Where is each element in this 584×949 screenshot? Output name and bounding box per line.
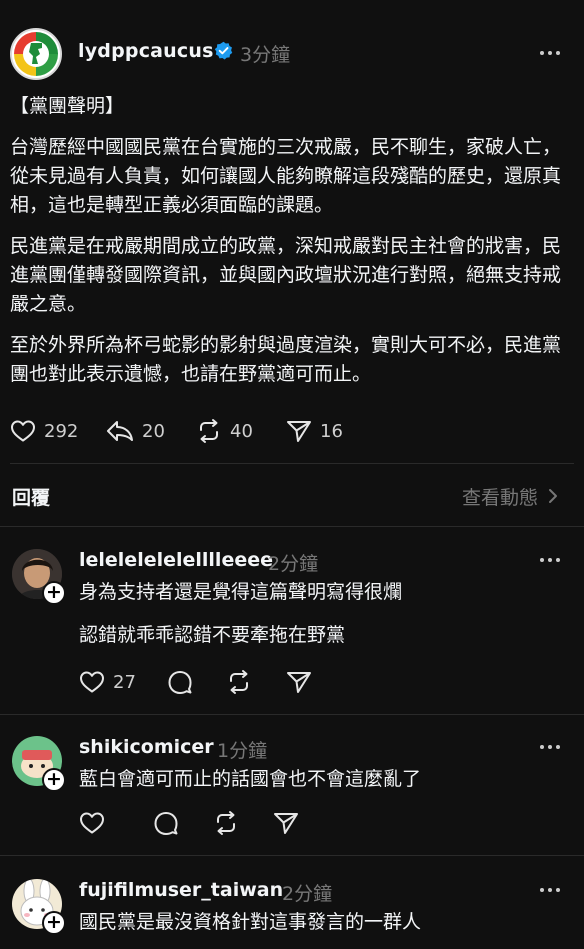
comment-button[interactable] xyxy=(167,668,193,696)
post-paragraph: 民進黨是在戒嚴期間成立的政黨，深知戒嚴對民主社會的戕害，民進黨團僅轉發國際資訊，… xyxy=(10,235,562,315)
reply-actions: 27 xyxy=(79,668,479,696)
reply-username[interactable]: fujifilmuser_taiwan xyxy=(79,879,283,901)
follow-plus-icon[interactable]: + xyxy=(42,768,66,792)
share-button[interactable]: 16 xyxy=(286,417,343,445)
reply-text: 藍白會適可而止的話國會也不會這麼亂了 xyxy=(79,768,422,790)
post-actions: 292 20 40 16 xyxy=(10,417,410,445)
reply-text: 國民黨是最沒資格針對這事發言的一群人 xyxy=(79,911,422,933)
post-username[interactable]: lydppcaucus xyxy=(78,40,214,62)
follow-plus-icon[interactable]: + xyxy=(42,911,66,935)
dpp-logo-icon xyxy=(12,30,60,78)
repost-button[interactable] xyxy=(213,809,239,837)
like-button[interactable] xyxy=(79,809,105,837)
comment-bubble-icon xyxy=(168,671,192,694)
repost-icon xyxy=(217,811,235,835)
like-button[interactable]: 27 xyxy=(79,668,136,696)
reply-item: + lelelelelelelllleeee 2分鐘 身為支持者還是覺得這篇聲明… xyxy=(0,527,584,714)
send-icon xyxy=(287,421,311,442)
like-count: 27 xyxy=(113,671,136,693)
reply-username[interactable]: lelelelelelelllleeee xyxy=(79,549,273,571)
reply-time: 2分鐘 xyxy=(282,883,333,905)
dpp-logo-avatar[interactable] xyxy=(10,28,62,80)
share-button[interactable] xyxy=(273,809,299,837)
share-button[interactable] xyxy=(286,668,312,696)
repost-icon xyxy=(200,419,218,443)
reply-count: 20 xyxy=(142,420,165,442)
post-paragraph: 【黨團聲明】 xyxy=(10,95,125,117)
view-activity-link[interactable]: 查看動態 xyxy=(462,483,538,510)
follow-plus-icon[interactable]: + xyxy=(42,581,66,605)
post-header: lydppcaucus 3分鐘 xyxy=(0,22,584,84)
send-icon xyxy=(287,672,311,693)
repost-button[interactable] xyxy=(226,668,252,696)
repost-count: 40 xyxy=(230,420,253,442)
chevron-right-icon[interactable] xyxy=(548,488,558,504)
like-count: 292 xyxy=(44,420,79,442)
comment-bubble-icon xyxy=(154,812,178,835)
repost-button[interactable]: 40 xyxy=(196,417,253,445)
reply-username[interactable]: shikicomicer xyxy=(79,736,214,758)
divider xyxy=(10,463,574,464)
reply-time: 1分鐘 xyxy=(217,740,268,762)
verified-badge-icon xyxy=(214,41,233,60)
reply-item: + fujifilmuser_taiwan 2分鐘 國民黨是最沒資格針對這事發言… xyxy=(0,856,584,949)
heart-icon xyxy=(80,671,104,693)
reply-item: + shikicomicer 1分鐘 藍白會適可而止的話國會也不會這麼亂了 xyxy=(0,715,584,855)
post-more-icon[interactable] xyxy=(540,51,562,57)
reply-more-icon[interactable] xyxy=(540,745,562,751)
post-paragraph: 台灣歷經中國國民黨在台實施的三次戒嚴，民不聊生，家破人亡，從未見過有人負責，如何… xyxy=(10,136,562,216)
reply-text: 認錯就乖乖認錯不要牽拖在野黨 xyxy=(79,624,346,646)
reply-arrow-icon xyxy=(107,421,133,441)
reply-time: 2分鐘 xyxy=(268,553,319,575)
repost-icon xyxy=(230,670,248,694)
like-button[interactable]: 292 xyxy=(10,417,78,445)
post-paragraph: 至於外界所為杯弓蛇影的影射與過度渲染，實則大可不必，民進黨團也對此表示遺憾，也請… xyxy=(10,334,562,385)
reply-button[interactable]: 20 xyxy=(106,417,165,445)
share-count: 16 xyxy=(320,420,343,442)
reply-actions xyxy=(79,809,479,837)
reply-more-icon[interactable] xyxy=(540,888,562,894)
heart-icon xyxy=(80,812,104,834)
replies-header: 回覆 查看動態 xyxy=(0,465,584,525)
replies-title: 回覆 xyxy=(12,487,51,509)
send-icon xyxy=(274,813,298,834)
comment-button[interactable] xyxy=(153,809,179,837)
reply-more-icon[interactable] xyxy=(540,558,562,564)
reply-text: 身為支持者還是覺得這篇聲明寫得很爛 xyxy=(79,581,403,603)
post-time: 3分鐘 xyxy=(240,44,291,66)
heart-icon xyxy=(11,420,35,442)
post-content: 【黨團聲明】 台灣歷經中國國民黨在台實施的三次戒嚴，民不聊生，家破人亡，從未見過… xyxy=(10,92,570,401)
